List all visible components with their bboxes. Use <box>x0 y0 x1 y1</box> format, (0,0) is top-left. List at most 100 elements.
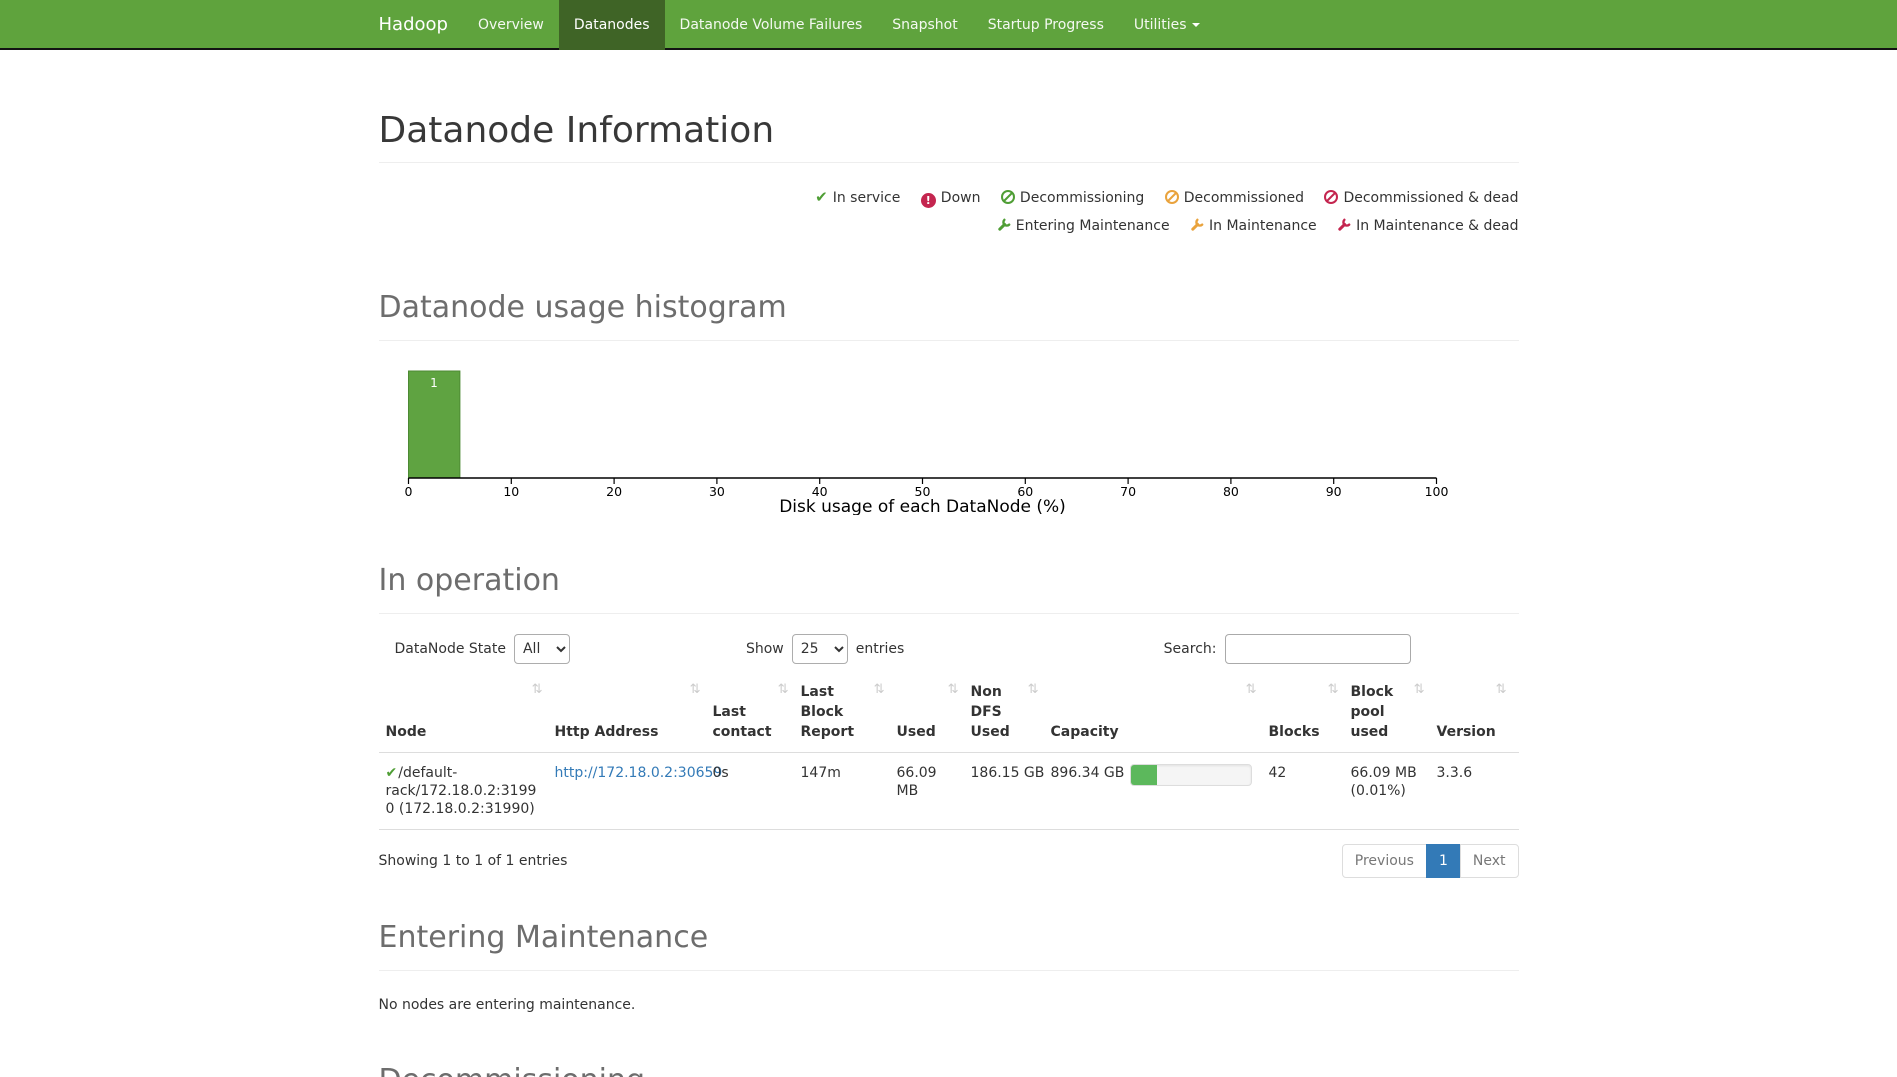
legend-item: Decommissioned <box>1165 190 1309 206</box>
ban-icon <box>1001 190 1015 204</box>
sort-icon[interactable]: ⇅ <box>948 680 959 700</box>
legend-label: Entering Maintenance <box>1016 218 1170 234</box>
pagination: Previous 1 Next <box>1342 844 1519 878</box>
legend-label: In service <box>833 190 901 206</box>
legend-item: Entering Maintenance <box>997 218 1174 234</box>
svg-text:70: 70 <box>1120 484 1136 499</box>
legend-item: Decommissioned & dead <box>1324 190 1518 206</box>
capacity-progress-bar <box>1130 764 1252 786</box>
legend-label: In Maintenance & dead <box>1356 218 1518 234</box>
column-header-blocks[interactable]: ⇅Blocks <box>1269 676 1351 753</box>
column-header-http-address[interactable]: ⇅Http Address <box>555 676 713 753</box>
sort-icon[interactable]: ⇅ <box>778 680 789 700</box>
histogram-section-title: Datanode usage histogram <box>379 290 1519 326</box>
pagination-next-button[interactable]: Next <box>1460 844 1519 878</box>
divider <box>379 613 1519 614</box>
entering-maintenance-section: Entering Maintenance No nodes are enteri… <box>379 920 1519 1013</box>
entries-label: entries <box>856 641 905 657</box>
exclamation-circle-icon: ! <box>921 193 936 208</box>
sort-icon[interactable]: ⇅ <box>1328 680 1339 700</box>
svg-text:90: 90 <box>1325 484 1341 499</box>
brand-link[interactable]: Hadoop <box>379 0 463 50</box>
svg-text:0: 0 <box>404 484 412 499</box>
nav-item-overview[interactable]: Overview <box>463 0 559 50</box>
legend-label: Decommissioning <box>1020 190 1144 206</box>
page-header: Datanode Information <box>379 110 1519 163</box>
show-label: Show <box>746 641 784 657</box>
caret-down-icon <box>1192 23 1200 27</box>
table-header-row: ⇅Node ⇅Http Address ⇅Last contact ⇅Last … <box>379 676 1519 753</box>
table-info-text: Showing 1 to 1 of 1 entries <box>379 853 568 869</box>
cell-http-address: http://172.18.0.2:30659 <box>555 753 713 830</box>
legend-label: Decommissioned & dead <box>1343 190 1518 206</box>
datanode-http-link[interactable]: http://172.18.0.2:30659 <box>555 765 723 781</box>
table-row: ✔/default-rack/172.18.0.2:31990 (172.18.… <box>379 753 1519 830</box>
sort-icon[interactable]: ⇅ <box>1028 680 1039 700</box>
usage-histogram-chart: 1 0 10 20 30 40 50 60 70 80 90 100 Disk … <box>379 357 1519 515</box>
column-header-used[interactable]: ⇅Used <box>897 676 971 753</box>
svg-text:10: 10 <box>503 484 519 499</box>
nav-item-datanodes[interactable]: Datanodes <box>559 0 665 50</box>
nav-item-utilities-label: Utilities <box>1134 17 1187 33</box>
nav-item-datanode-volume-failures[interactable]: Datanode Volume Failures <box>665 0 878 50</box>
legend-label: Down <box>941 190 981 206</box>
cell-last-block-report: 147m <box>801 753 897 830</box>
cell-used: 66.09 MB <box>897 753 971 830</box>
histogram-section: Datanode usage histogram 1 0 10 20 30 40… <box>379 290 1519 515</box>
legend-label: In Maintenance <box>1209 218 1317 234</box>
x-axis-label: Disk usage of each DataNode (%) <box>779 497 1066 515</box>
entering-maintenance-empty-text: No nodes are entering maintenance. <box>379 997 1519 1013</box>
svg-text:20: 20 <box>606 484 622 499</box>
divider <box>379 340 1519 341</box>
decommissioning-title: Decommissioning <box>379 1063 1519 1077</box>
cell-block-pool-used: 66.09 MB (0.01%) <box>1351 753 1437 830</box>
column-header-block-pool-used[interactable]: ⇅Block pool used <box>1351 676 1437 753</box>
cell-capacity: 896.34 GB <box>1051 753 1269 830</box>
legend-item: ✔In service <box>815 190 905 206</box>
navbar: Hadoop Overview Datanodes Datanode Volum… <box>0 0 1897 50</box>
legend-item: ! Down <box>921 190 985 206</box>
legend-item: In Maintenance <box>1190 218 1321 234</box>
nav-item-snapshot[interactable]: Snapshot <box>877 0 972 50</box>
pagination-page-1-button[interactable]: 1 <box>1426 844 1461 878</box>
table-footer: Showing 1 to 1 of 1 entries Previous 1 N… <box>379 844 1519 878</box>
sort-icon[interactable]: ⇅ <box>1246 680 1257 700</box>
nav-item-utilities[interactable]: Utilities <box>1119 0 1215 50</box>
wrench-icon <box>1190 218 1204 232</box>
cell-non-dfs-used: 186.15 GB <box>971 753 1051 830</box>
in-operation-title: In operation <box>379 563 1519 599</box>
node-state-legend: ✔In service !Down Decommissioning Decomm… <box>379 183 1519 240</box>
cell-version: 3.3.6 <box>1437 753 1519 830</box>
legend-item: Decommissioning <box>1001 190 1149 206</box>
sort-icon[interactable]: ⇅ <box>1496 680 1507 700</box>
column-header-last-contact[interactable]: ⇅Last contact <box>713 676 801 753</box>
column-header-node[interactable]: ⇅Node <box>379 676 555 753</box>
pagination-previous-button[interactable]: Previous <box>1342 844 1427 878</box>
decommissioning-section: Decommissioning <box>379 1063 1519 1077</box>
search-input[interactable] <box>1225 634 1411 664</box>
nav-item-startup-progress[interactable]: Startup Progress <box>973 0 1119 50</box>
page-length-select[interactable]: 25 <box>792 634 848 664</box>
datanode-state-select[interactable]: All <box>514 634 570 664</box>
column-header-capacity[interactable]: ⇅Capacity <box>1051 676 1269 753</box>
legend-item: In Maintenance & dead <box>1337 218 1518 234</box>
sort-icon[interactable]: ⇅ <box>532 680 543 700</box>
check-icon: ✔ <box>815 183 828 211</box>
cell-last-contact: 0s <box>713 753 801 830</box>
page-title: Datanode Information <box>379 110 1519 152</box>
sort-icon[interactable]: ⇅ <box>874 680 885 700</box>
wrench-icon <box>997 218 1011 232</box>
sort-icon[interactable]: ⇅ <box>690 680 701 700</box>
datanodes-table: ⇅Node ⇅Http Address ⇅Last contact ⇅Last … <box>379 676 1519 830</box>
datanode-state-label: DataNode State <box>395 641 506 657</box>
ban-icon <box>1165 190 1179 204</box>
sort-icon[interactable]: ⇅ <box>1414 680 1425 700</box>
column-header-version[interactable]: ⇅Version <box>1437 676 1519 753</box>
divider <box>379 970 1519 971</box>
cell-blocks: 42 <box>1269 753 1351 830</box>
cell-node: ✔/default-rack/172.18.0.2:31990 (172.18.… <box>379 753 555 830</box>
capacity-bar-fill <box>1131 765 1156 785</box>
column-header-non-dfs-used[interactable]: ⇅Non DFS Used <box>971 676 1051 753</box>
ban-icon <box>1324 190 1338 204</box>
column-header-last-block-report[interactable]: ⇅Last Block Report <box>801 676 897 753</box>
